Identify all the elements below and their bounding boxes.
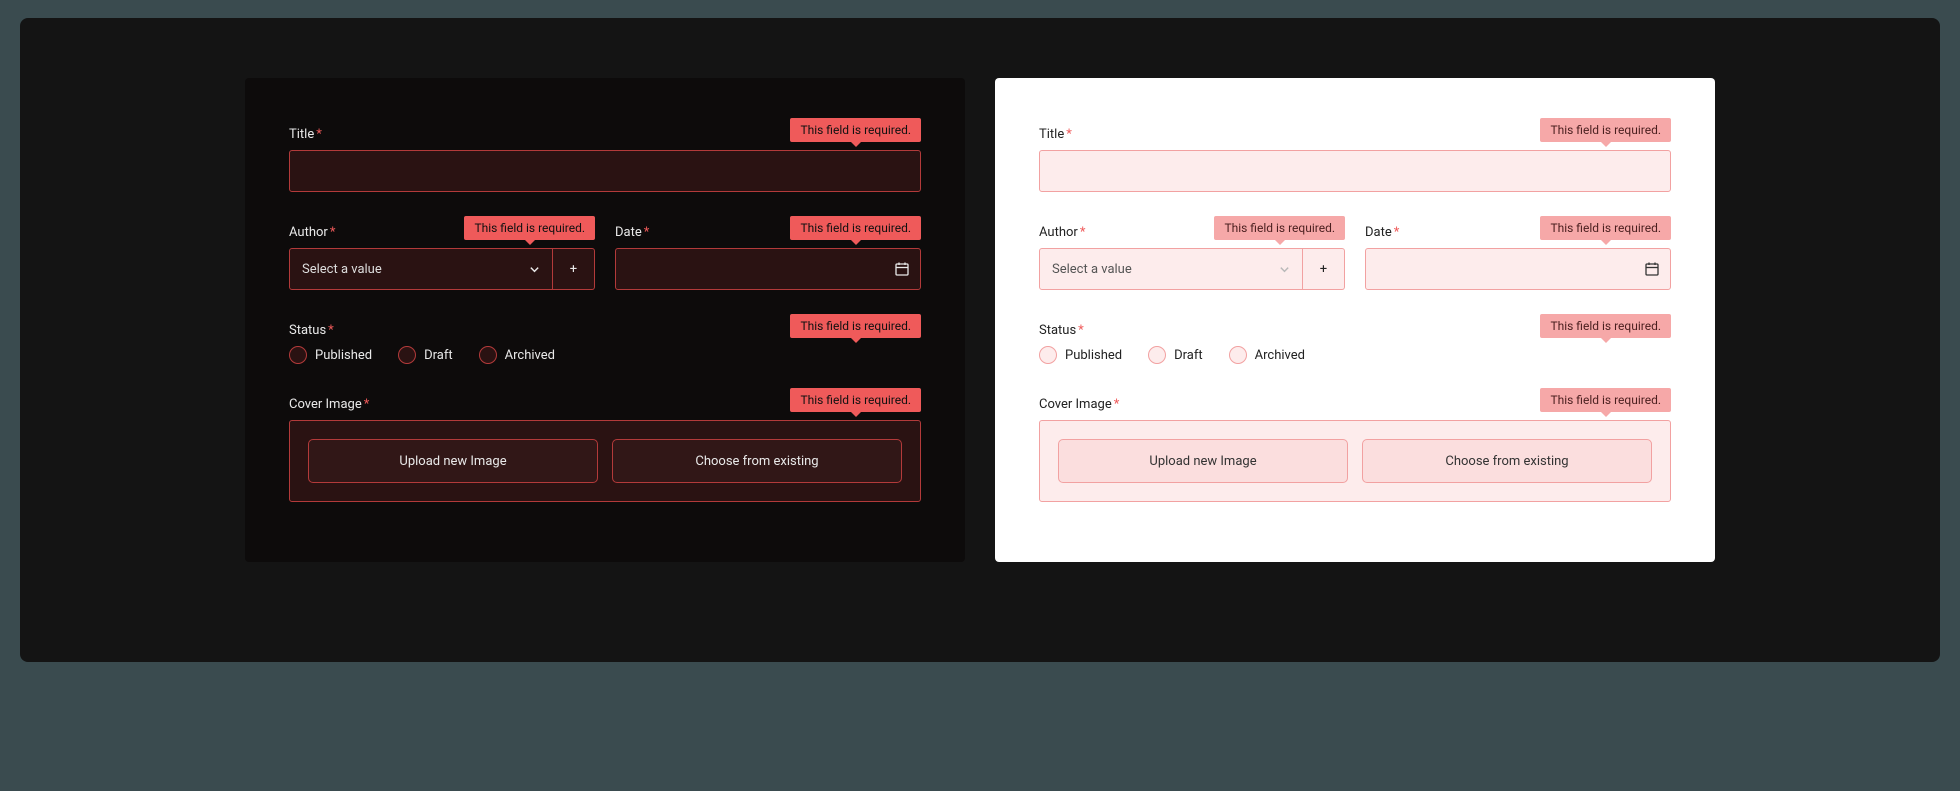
cover-image-zone: Upload new Image Choose from existing (289, 420, 921, 502)
author-select[interactable]: Select a value (289, 248, 553, 290)
author-select[interactable]: Select a value (1039, 248, 1303, 290)
status-error-tooltip: This field is required. (790, 314, 921, 338)
status-error-tooltip: This field is required. (1540, 314, 1671, 338)
radio-label: Draft (1174, 348, 1203, 363)
status-radio-draft[interactable]: Draft (398, 346, 453, 364)
status-radio-draft[interactable]: Draft (1148, 346, 1203, 364)
cover-label: Cover Image* (289, 397, 369, 412)
title-label: Title* (289, 127, 322, 142)
form-panel-dark: Title* This field is required. Author* T… (245, 78, 965, 562)
date-input[interactable] (615, 248, 921, 290)
status-radio-published[interactable]: Published (289, 346, 372, 364)
plus-icon: + (1320, 262, 1327, 277)
date-input[interactable] (1365, 248, 1671, 290)
plus-icon: + (570, 262, 577, 277)
status-radio-archived[interactable]: Archived (1229, 346, 1305, 364)
field-cover-image: Cover Image* This field is required. Upl… (289, 388, 921, 502)
form-panel-light: Title* This field is required. Author* T… (995, 78, 1715, 562)
field-date: Date* This field is required. (1365, 216, 1671, 290)
field-date: Date* This field is required. (615, 216, 921, 290)
title-label: Title* (1039, 127, 1072, 142)
date-label: Date* (615, 225, 649, 240)
choose-existing-button[interactable]: Choose from existing (1362, 439, 1652, 483)
author-label: Author* (1039, 225, 1085, 240)
comparison-stage: Title* This field is required. Author* T… (20, 18, 1940, 662)
date-label: Date* (1365, 225, 1399, 240)
field-title: Title* This field is required. (1039, 118, 1671, 192)
radio-label: Draft (424, 348, 453, 363)
radio-label: Archived (505, 348, 555, 363)
author-placeholder: Select a value (1052, 262, 1132, 277)
choose-existing-button[interactable]: Choose from existing (612, 439, 902, 483)
radio-icon (1148, 346, 1166, 364)
radio-icon (289, 346, 307, 364)
chevron-down-icon (1279, 264, 1290, 275)
cover-error-tooltip: This field is required. (790, 388, 921, 412)
upload-image-button[interactable]: Upload new Image (1058, 439, 1348, 483)
author-label: Author* (289, 225, 335, 240)
radio-label: Archived (1255, 348, 1305, 363)
status-radio-published[interactable]: Published (1039, 346, 1122, 364)
radio-icon (479, 346, 497, 364)
date-error-tooltip: This field is required. (1540, 216, 1671, 240)
author-add-button[interactable]: + (1303, 248, 1345, 290)
radio-label: Published (1065, 348, 1122, 363)
status-radio-archived[interactable]: Archived (479, 346, 555, 364)
field-status: Status* This field is required. Publishe… (289, 314, 921, 364)
calendar-icon (894, 261, 910, 277)
author-placeholder: Select a value (302, 262, 382, 277)
status-label: Status* (289, 323, 334, 338)
status-label: Status* (1039, 323, 1084, 338)
title-input[interactable] (1039, 150, 1671, 192)
calendar-icon (1644, 261, 1660, 277)
upload-image-button[interactable]: Upload new Image (308, 439, 598, 483)
date-error-tooltip: This field is required. (790, 216, 921, 240)
title-input[interactable] (289, 150, 921, 192)
author-error-tooltip: This field is required. (464, 216, 595, 240)
field-title: Title* This field is required. (289, 118, 921, 192)
author-add-button[interactable]: + (553, 248, 595, 290)
cover-label: Cover Image* (1039, 397, 1119, 412)
radio-icon (1039, 346, 1057, 364)
cover-image-zone: Upload new Image Choose from existing (1039, 420, 1671, 502)
cover-error-tooltip: This field is required. (1540, 388, 1671, 412)
author-error-tooltip: This field is required. (1214, 216, 1345, 240)
radio-icon (1229, 346, 1247, 364)
radio-icon (398, 346, 416, 364)
title-error-tooltip: This field is required. (1540, 118, 1671, 142)
radio-label: Published (315, 348, 372, 363)
chevron-down-icon (529, 264, 540, 275)
field-status: Status* This field is required. Publishe… (1039, 314, 1671, 364)
field-author: Author* This field is required. Select a… (289, 216, 595, 290)
title-error-tooltip: This field is required. (790, 118, 921, 142)
field-author: Author* This field is required. Select a… (1039, 216, 1345, 290)
field-cover-image: Cover Image* This field is required. Upl… (1039, 388, 1671, 502)
